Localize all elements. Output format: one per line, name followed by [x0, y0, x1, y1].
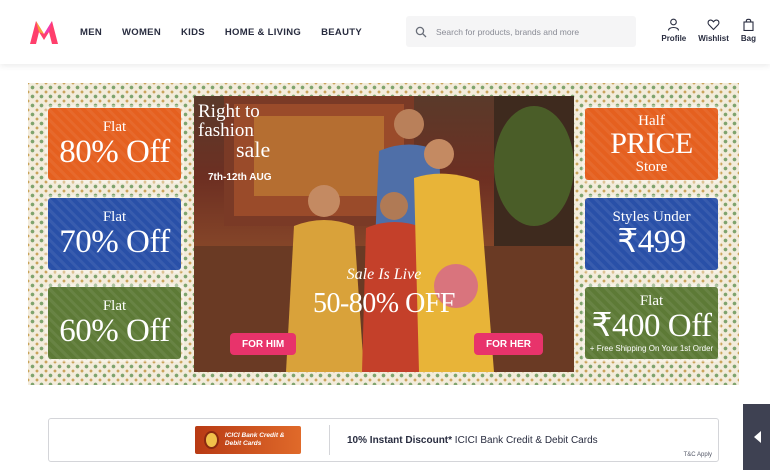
styles-under-499-tile[interactable]: Styles Under ₹499	[585, 198, 718, 270]
sale-dates: 7th-12th AUG	[208, 172, 272, 183]
flat-70-off-tile[interactable]: Flat 70% Off	[48, 198, 181, 270]
tile-label: Flat	[102, 209, 127, 225]
user-icon	[668, 18, 680, 31]
tile-label: Flat	[102, 298, 127, 314]
wishlist-button[interactable]: Wishlist	[698, 18, 729, 43]
offer-text-bold: 10% Instant Discount*	[347, 435, 453, 446]
search-input[interactable]	[436, 26, 626, 37]
nav-home-living[interactable]: HOME & LIVING	[225, 27, 301, 38]
hero-title-line-3: sale	[236, 137, 271, 162]
for-her-button[interactable]: FOR HER	[474, 333, 543, 355]
half-price-store-tile[interactable]: Half PRICE Store	[585, 108, 718, 180]
heart-icon	[707, 19, 720, 31]
sale-live-text: Sale Is Live	[346, 266, 422, 283]
bag-icon	[743, 18, 754, 31]
top-header: MEN WOMEN KIDS HOME & LIVING BEAUTY Prof…	[0, 0, 770, 64]
tile-label: Styles Under	[612, 209, 691, 225]
tile-value: 60% Off	[59, 313, 170, 349]
nav-kids[interactable]: KIDS	[181, 27, 205, 38]
search-icon[interactable]	[406, 26, 436, 38]
side-panel-toggle[interactable]	[743, 404, 770, 470]
nav-men[interactable]: MEN	[80, 27, 102, 38]
tile-label-2: Store	[635, 159, 668, 175]
flat-60-off-tile[interactable]: Flat 60% Off	[48, 287, 181, 359]
bank-logo-text: ICICI Bank Credit & Debit Cards	[224, 432, 285, 447]
flat-80-off-tile[interactable]: Flat 80% Off	[48, 108, 181, 180]
bag-label: Bag	[740, 34, 756, 43]
myntra-logo[interactable]	[28, 18, 60, 46]
tile-value: PRICE	[610, 127, 693, 160]
search-bar[interactable]	[406, 16, 636, 47]
offer-text-rest: ICICI Bank Credit & Debit Cards	[452, 435, 598, 446]
nav-beauty[interactable]: BEAUTY	[321, 27, 362, 38]
wishlist-label: Wishlist	[698, 34, 729, 43]
flat-400-off-tile[interactable]: Flat ₹400 Off + Free Shipping On Your 1s…	[585, 287, 718, 359]
tile-value: 80% Off	[59, 134, 170, 170]
tile-value: ₹400 Off	[591, 308, 712, 344]
profile-label: Profile	[661, 34, 687, 43]
main-nav: MEN WOMEN KIDS HOME & LIVING BEAUTY	[80, 0, 382, 64]
hero-title-line-1: Right to	[198, 101, 260, 122]
tile-subtext: + Free Shipping On Your 1st Order	[589, 344, 714, 353]
profile-button[interactable]: Profile	[661, 18, 686, 43]
offer-divider	[329, 425, 330, 455]
tile-label: Flat	[639, 293, 664, 309]
tile-value: ₹499	[617, 224, 686, 260]
tile-value: 70% Off	[59, 224, 170, 260]
sale-offer-text: 50-80% OFF	[312, 288, 456, 319]
chevron-left-icon	[753, 431, 761, 443]
icici-bank-logo: ICICI Bank Credit & Debit Cards	[195, 426, 301, 454]
bank-offer-bar[interactable]: ICICI Bank Credit & Debit Cards 10% Inst…	[48, 418, 719, 462]
nav-women[interactable]: WOMEN	[122, 27, 161, 38]
header-actions: Profile Wishlist Bag	[649, 18, 756, 43]
for-him-button[interactable]: FOR HIM	[230, 333, 297, 355]
tile-label: Flat	[102, 119, 127, 135]
hero-title: Right to fashion sale	[198, 101, 271, 162]
hero-image[interactable]: Right to fashion sale 7th-12th AUG Sale …	[194, 96, 574, 372]
bank-coin-icon	[204, 431, 219, 449]
tnc-text: T&C Apply	[683, 452, 712, 458]
offer-text: 10% Instant Discount* ICICI Bank Credit …	[347, 435, 598, 446]
bag-button[interactable]: Bag	[741, 18, 756, 43]
